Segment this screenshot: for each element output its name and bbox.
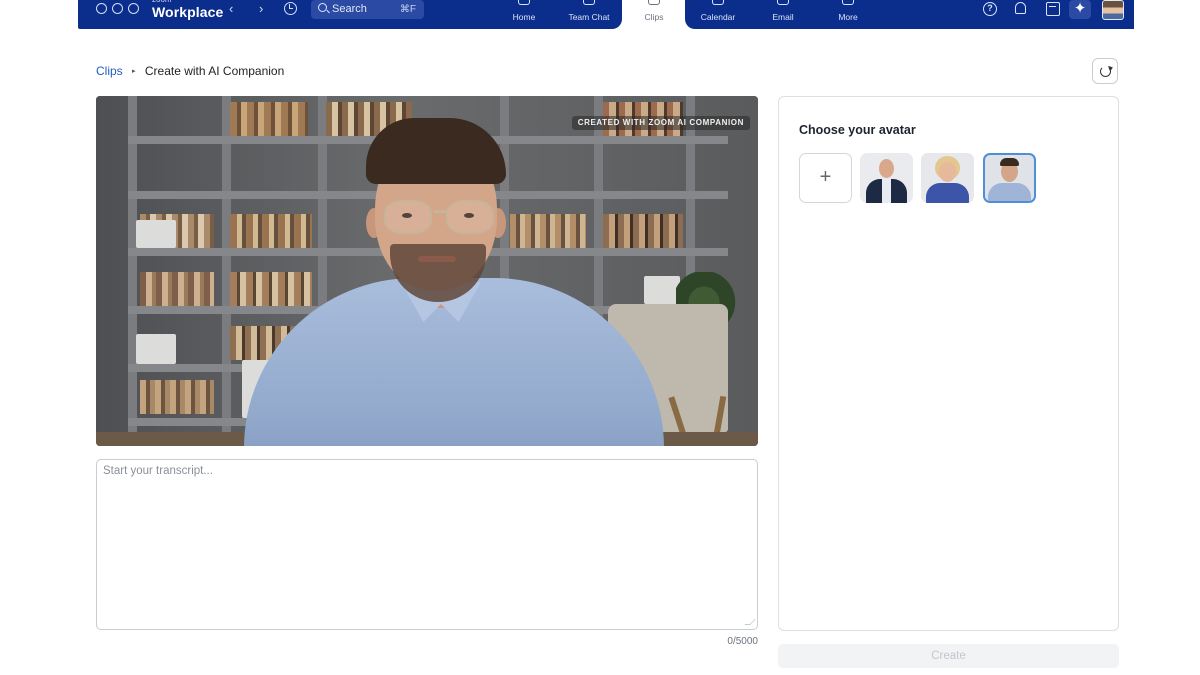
shelf-box bbox=[644, 276, 680, 304]
nav-calendar[interactable]: Calendar bbox=[687, 0, 749, 29]
page-title: Create with AI Companion bbox=[144, 64, 285, 78]
top-nav-left-section: zoom Workplace ‹ › Search ⌘F Home Team C… bbox=[78, 0, 622, 29]
help-icon[interactable]: ? bbox=[983, 2, 997, 16]
books bbox=[510, 214, 586, 248]
nav-clips-label: Clips bbox=[644, 12, 664, 22]
ai-watermark: CREATED WITH ZOOM AI COMPANION bbox=[571, 116, 750, 130]
email-icon bbox=[777, 0, 789, 5]
ai-companion-button[interactable]: ✦ bbox=[1069, 0, 1091, 19]
chevron-left-icon[interactable]: ‹ bbox=[229, 1, 233, 16]
avatar-face bbox=[879, 159, 894, 178]
window-minimize-icon[interactable] bbox=[112, 3, 123, 14]
window-close-icon[interactable] bbox=[96, 3, 107, 14]
top-nav-right-section: Calendar Email More bbox=[685, 0, 1134, 29]
avatar-panel-title: Choose your avatar bbox=[799, 123, 916, 137]
clips-icon bbox=[648, 0, 660, 5]
search-shortcut: ⌘F bbox=[399, 4, 416, 15]
breadcrumb-separator-icon: ▸ bbox=[132, 68, 136, 75]
shelf-box bbox=[136, 334, 176, 364]
nav-team-chat-label: Team Chat bbox=[568, 12, 610, 22]
books bbox=[230, 214, 312, 248]
plus-icon: + bbox=[819, 166, 832, 188]
bookshelf-post bbox=[222, 96, 231, 446]
home-icon bbox=[518, 0, 530, 5]
bell-icon[interactable] bbox=[1015, 2, 1026, 14]
breadcrumb-clips-link[interactable]: Clips bbox=[96, 64, 123, 78]
nav-team-chat[interactable]: Team Chat bbox=[558, 0, 620, 29]
nav-home-label: Home bbox=[512, 12, 536, 22]
glasses-lens bbox=[446, 200, 494, 234]
avatar-hair bbox=[1000, 158, 1019, 166]
sparkle-icon: ✦ bbox=[1073, 0, 1087, 17]
books bbox=[140, 380, 214, 414]
calendar-nav-icon bbox=[712, 0, 724, 5]
avatar-panel: Choose your avatar + bbox=[778, 96, 1119, 631]
transcript-input[interactable] bbox=[96, 459, 758, 630]
glasses-bridge bbox=[434, 210, 448, 213]
avatar-shirt bbox=[988, 183, 1031, 201]
refresh-icon bbox=[1100, 66, 1111, 77]
calendar-icon[interactable] bbox=[1046, 2, 1060, 16]
add-avatar-button[interactable]: + bbox=[799, 153, 852, 203]
breadcrumb: Clips ▸ Create with AI Companion bbox=[96, 64, 284, 80]
search-box[interactable]: Search ⌘F bbox=[311, 0, 424, 19]
avatar-shirt bbox=[882, 179, 891, 203]
avatar[interactable] bbox=[1102, 0, 1124, 20]
more-icon bbox=[842, 0, 854, 5]
avatar-video-preview[interactable]: CREATED WITH ZOOM AI COMPANION bbox=[96, 96, 758, 446]
top-nav-bar: zoom Workplace ‹ › Search ⌘F Home Team C… bbox=[78, 0, 1134, 29]
character-count: 0/5000 bbox=[727, 636, 758, 647]
glasses-lens bbox=[384, 200, 432, 234]
books bbox=[603, 214, 683, 248]
books bbox=[140, 272, 214, 306]
nav-calendar-label: Calendar bbox=[700, 12, 736, 22]
avatar-option-woman-blonde[interactable] bbox=[921, 153, 974, 203]
window-maximize-icon[interactable] bbox=[128, 3, 139, 14]
bookshelf-post bbox=[128, 96, 137, 446]
avatar-option-man-with-glasses[interactable] bbox=[983, 153, 1036, 203]
chevron-right-icon[interactable]: › bbox=[259, 1, 263, 16]
nav-email[interactable]: Email bbox=[752, 0, 814, 29]
refresh-button[interactable] bbox=[1092, 58, 1118, 84]
nav-more[interactable]: More bbox=[817, 0, 879, 29]
nav-home[interactable]: Home bbox=[493, 0, 555, 29]
nav-email-label: Email bbox=[772, 12, 794, 22]
create-button[interactable]: Create bbox=[778, 644, 1119, 668]
nav-clips[interactable]: Clips bbox=[623, 0, 685, 29]
presenter-mouth bbox=[418, 256, 456, 262]
avatar-option-man-in-suit[interactable] bbox=[860, 153, 913, 203]
avatar-top bbox=[926, 183, 969, 203]
nav-more-label: More bbox=[838, 12, 858, 22]
shelf-box bbox=[136, 220, 176, 248]
books bbox=[230, 102, 308, 136]
brand-workplace: Workplace bbox=[152, 4, 224, 20]
chat-icon bbox=[583, 0, 595, 5]
top-nav-active-gap: Clips bbox=[622, 0, 685, 29]
history-icon[interactable] bbox=[284, 2, 297, 15]
search-label: Search bbox=[332, 3, 367, 15]
avatar-face bbox=[939, 162, 956, 182]
search-icon bbox=[318, 3, 327, 12]
books bbox=[230, 272, 312, 306]
